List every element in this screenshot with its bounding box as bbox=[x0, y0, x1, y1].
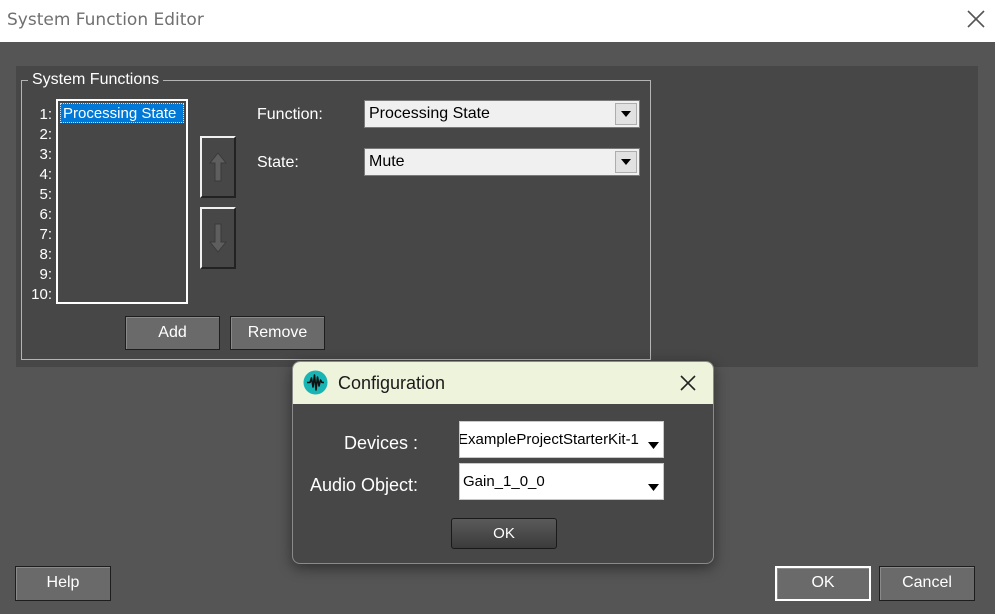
state-value: Mute bbox=[369, 153, 405, 170]
arrow-down-icon bbox=[209, 223, 227, 253]
group-title: System Functions bbox=[28, 71, 164, 89]
arrow-up-icon bbox=[209, 152, 227, 182]
list-item[interactable]: Processing State bbox=[60, 103, 184, 123]
function-dropdown-button[interactable] bbox=[615, 103, 637, 125]
close-icon[interactable] bbox=[677, 372, 699, 394]
window-titlebar: System Function Editor bbox=[0, 0, 995, 42]
chevron-down-icon bbox=[621, 159, 631, 165]
audio-object-label: Audio Object: bbox=[309, 475, 418, 495]
audio-object-select[interactable]: Gain_1_0_0 bbox=[459, 463, 664, 500]
function-label: Function: bbox=[257, 106, 323, 123]
configuration-dialog: Configuration Devices : ExampleProjectSt… bbox=[292, 361, 714, 564]
row-number: 6: bbox=[39, 206, 52, 223]
row-number: 9: bbox=[39, 266, 52, 283]
dialog-title: Configuration bbox=[338, 373, 446, 393]
chevron-down-icon bbox=[644, 478, 659, 496]
functions-list[interactable]: Processing State bbox=[56, 99, 188, 304]
row-number: 3: bbox=[39, 146, 52, 163]
help-button[interactable]: Help bbox=[15, 566, 111, 601]
row-number: 7: bbox=[39, 226, 52, 243]
devices-label: Devices : bbox=[343, 433, 418, 453]
chevron-down-icon bbox=[644, 436, 659, 454]
state-label: State: bbox=[257, 154, 299, 171]
row-numbers: 1: 2: 3: 4: 5: 6: 7: 8: 9: 10: bbox=[22, 105, 52, 305]
editor-panel: System Functions 1: 2: 3: 4: 5: 6: 7: 8:… bbox=[16, 66, 978, 367]
cancel-button[interactable]: Cancel bbox=[879, 566, 975, 601]
close-icon[interactable] bbox=[962, 5, 990, 33]
state-combobox[interactable]: Mute bbox=[364, 148, 640, 176]
move-up-button[interactable] bbox=[200, 136, 236, 198]
devices-value: ExampleProjectStarterKit-1 bbox=[459, 431, 639, 448]
chevron-down-icon bbox=[621, 111, 631, 117]
remove-button[interactable]: Remove bbox=[230, 316, 325, 350]
row-number: 4: bbox=[39, 166, 52, 183]
row-number: 1: bbox=[39, 106, 52, 123]
move-down-button[interactable] bbox=[200, 207, 236, 269]
function-combobox[interactable]: Processing State bbox=[364, 100, 640, 128]
devices-select[interactable]: ExampleProjectStarterKit-1 bbox=[459, 421, 664, 458]
row-number: 8: bbox=[39, 246, 52, 263]
window-title: System Function Editor bbox=[7, 10, 204, 30]
add-button[interactable]: Add bbox=[125, 316, 220, 350]
state-dropdown-button[interactable] bbox=[615, 151, 637, 173]
row-number: 10: bbox=[31, 286, 52, 303]
dialog-header: Configuration bbox=[293, 362, 713, 404]
function-value: Processing State bbox=[369, 105, 490, 122]
row-number: 5: bbox=[39, 186, 52, 203]
dialog-ok-button[interactable]: OK bbox=[451, 518, 557, 549]
row-number: 2: bbox=[39, 126, 52, 143]
system-functions-group: System Functions 1: 2: 3: 4: 5: 6: 7: 8:… bbox=[21, 71, 651, 360]
waveform-logo-icon bbox=[303, 370, 328, 395]
audio-object-value: Gain_1_0_0 bbox=[463, 473, 545, 490]
ok-button[interactable]: OK bbox=[775, 566, 871, 601]
